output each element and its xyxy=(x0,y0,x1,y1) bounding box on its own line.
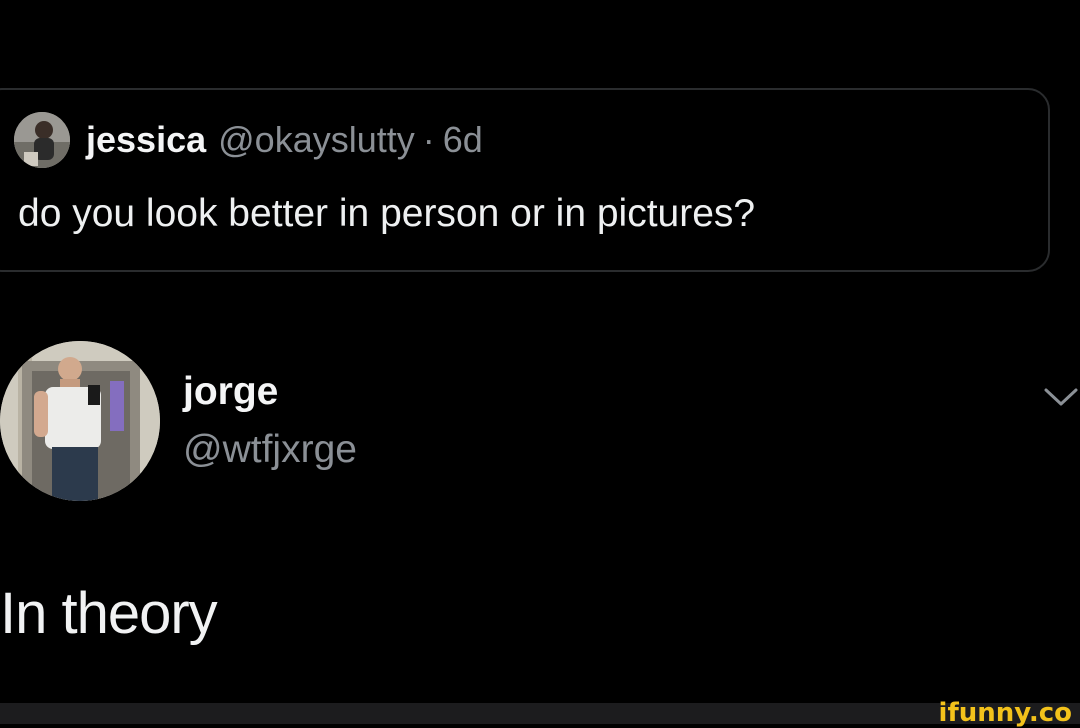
watermark-bar xyxy=(0,703,1080,724)
quoted-tweet-text: do you look better in person or in pictu… xyxy=(18,192,756,235)
chevron-down-icon[interactable] xyxy=(1042,384,1080,410)
reply-author-handle[interactable]: @wtfjxrge xyxy=(183,428,357,472)
quoted-author-handle[interactable]: @okayslutty xyxy=(218,119,415,161)
quoted-tweet-timestamp[interactable]: 6d xyxy=(443,119,483,161)
reply-author-name[interactable]: jorge xyxy=(183,370,278,414)
reply-author-avatar[interactable] xyxy=(0,341,160,501)
avatar-photo xyxy=(14,112,70,168)
reply-tweet-text: In theory xyxy=(0,581,218,646)
quoted-author-avatar[interactable] xyxy=(14,112,70,168)
meta-separator: · xyxy=(422,119,435,160)
quoted-tweet-header: jessica @okayslutty · 6d xyxy=(86,116,483,164)
avatar-photo xyxy=(0,341,160,501)
quoted-author-name[interactable]: jessica xyxy=(86,119,206,161)
